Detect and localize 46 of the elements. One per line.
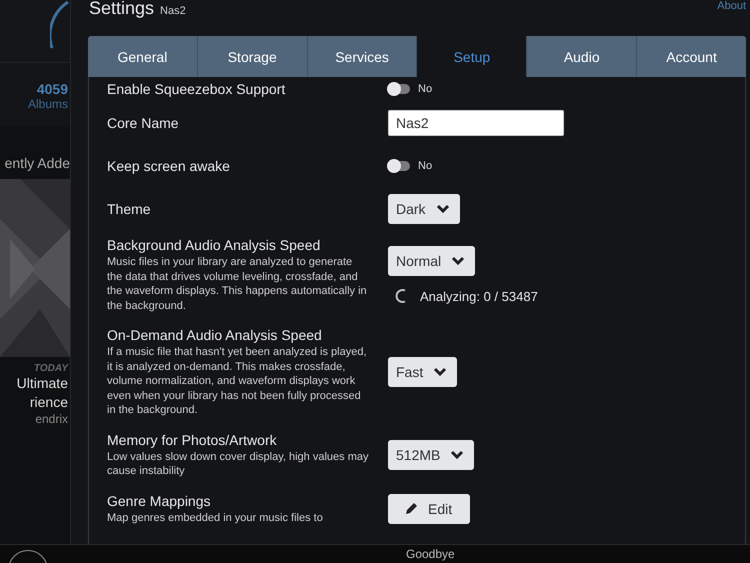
- toggle-switch[interactable]: [388, 84, 410, 94]
- toggle-switch[interactable]: [388, 160, 410, 170]
- tab[interactable]: General: [88, 36, 198, 77]
- setting-label: Genre Mappings: [107, 492, 212, 508]
- tab[interactable]: Audio: [527, 36, 638, 77]
- pencil-icon: [405, 502, 418, 516]
- album-title: Ultimate: [16, 374, 68, 393]
- tab[interactable]: Services: [308, 36, 418, 77]
- chevron-icon: [433, 367, 448, 378]
- chevron-icon: [436, 204, 450, 214]
- core-name-field[interactable]: Nas2: [388, 110, 564, 136]
- toggle-value: No: [418, 160, 432, 172]
- about-link[interactable]: About: [717, 0, 746, 12]
- setting-description: Map genres embedded in your music files to: [107, 510, 324, 525]
- album-artist: endrix: [35, 412, 68, 426]
- chevron-icon: [451, 256, 466, 266]
- setting-description: Music files in your library are analyzed to generate the data that drives volume leveling, crossfade, and the waveform displays. This happens automatically in the background.: [107, 255, 368, 313]
- dropdown[interactable]: Dark: [388, 194, 460, 224]
- setting-label: Background Audio Analysis Speed: [107, 237, 322, 253]
- setting-label: Theme: [107, 200, 152, 216]
- album-count-label: Albums: [28, 97, 68, 111]
- dropdown[interactable]: 512MB: [388, 440, 474, 470]
- album-title: rience: [30, 393, 68, 412]
- album-count: 4059: [36, 81, 68, 97]
- arc-icon: [50, 0, 70, 50]
- chevron-icon: [450, 450, 464, 460]
- spinner-icon: [394, 288, 408, 304]
- edit-button[interactable]: Edit: [388, 494, 470, 524]
- setting-label: Memory for Photos/Artwork: [107, 432, 278, 448]
- analysis-status: Analyzing: 0 / 53487: [420, 288, 538, 304]
- setting-description: Low values slow down cover display, high values may cause instability: [107, 450, 369, 478]
- album-tag: TODAY: [34, 363, 68, 374]
- dropdown[interactable]: Fast: [388, 357, 458, 388]
- setting-label: Keep screen awake: [107, 158, 231, 174]
- setting-label: Enable Squeezebox Support: [107, 81, 286, 97]
- setting-label: Core Name: [107, 114, 180, 130]
- setting-description: If a music file that hasn't yet been analyzed is played, it is analyzed on-demand. This makes crossfade, volume normalization, and waveform displays work even when your library has not been fully processed in the background.: [107, 345, 368, 418]
- core-name-subtitle: Nas2: [160, 4, 186, 19]
- settings-title: Settings: [89, 0, 154, 16]
- setting-label: On-Demand Audio Analysis Speed: [107, 327, 323, 343]
- tab[interactable]: Account: [637, 36, 746, 77]
- section-title: ently Adde: [0, 127, 70, 179]
- toggle-value: No: [418, 83, 432, 95]
- tab[interactable]: Storage: [198, 36, 308, 77]
- dropdown[interactable]: Normal: [388, 246, 476, 276]
- now-playing-title: Goodbye: [406, 546, 455, 561]
